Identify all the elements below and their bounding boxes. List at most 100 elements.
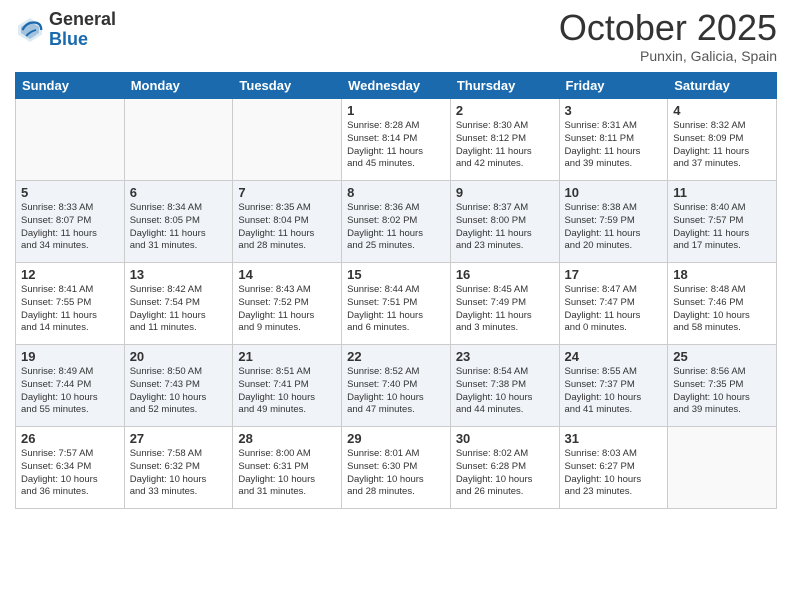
day-cell: 8 Sunrise: 8:36 AM Sunset: 8:02 PM Daylig… [342, 181, 451, 263]
day-info: Sunrise: 8:44 AM Sunset: 7:51 PM Dayligh… [347, 284, 445, 335]
page: General Blue October 2025 Punxin, Galici… [0, 0, 792, 612]
month-title: October 2025 [559, 10, 777, 46]
day-number: 12 [21, 267, 119, 282]
day-info: Sunrise: 8:28 AM Sunset: 8:14 PM Dayligh… [347, 120, 445, 171]
day-info: Sunrise: 8:49 AM Sunset: 7:44 PM Dayligh… [21, 366, 119, 417]
day-info: Sunrise: 8:40 AM Sunset: 7:57 PM Dayligh… [673, 202, 771, 253]
day-cell: 22 Sunrise: 8:52 AM Sunset: 7:40 PM Dayli… [342, 345, 451, 427]
day-cell: 9 Sunrise: 8:37 AM Sunset: 8:00 PM Daylig… [450, 181, 559, 263]
day-cell: 19 Sunrise: 8:49 AM Sunset: 7:44 PM Dayli… [16, 345, 125, 427]
logo-blue: Blue [49, 30, 116, 50]
day-cell: 30 Sunrise: 8:02 AM Sunset: 6:28 PM Dayli… [450, 427, 559, 509]
header-day: Monday [124, 73, 233, 99]
day-cell: 3Sunrise: 8:31 AM Sunset: 8:11 PM Daylig… [559, 99, 668, 181]
day-cell: 21 Sunrise: 8:51 AM Sunset: 7:41 PM Dayli… [233, 345, 342, 427]
day-number: 19 [21, 349, 119, 364]
day-number: 8 [347, 185, 445, 200]
day-number: 17 [565, 267, 663, 282]
day-cell: 12 Sunrise: 8:41 AM Sunset: 7:55 PM Dayli… [16, 263, 125, 345]
day-number: 30 [456, 431, 554, 446]
day-number: 15 [347, 267, 445, 282]
day-info: Sunrise: 8:51 AM Sunset: 7:41 PM Dayligh… [238, 366, 336, 417]
day-info: Sunrise: 8:52 AM Sunset: 7:40 PM Dayligh… [347, 366, 445, 417]
title-section: October 2025 Punxin, Galicia, Spain [559, 10, 777, 64]
day-cell [668, 427, 777, 509]
day-info: Sunrise: 8:56 AM Sunset: 7:35 PM Dayligh… [673, 366, 771, 417]
week-row: 26Sunrise: 7:57 AM Sunset: 6:34 PM Dayli… [16, 427, 777, 509]
day-number: 23 [456, 349, 554, 364]
week-row: 12 Sunrise: 8:41 AM Sunset: 7:55 PM Dayli… [16, 263, 777, 345]
day-number: 29 [347, 431, 445, 446]
day-cell: 6Sunrise: 8:34 AM Sunset: 8:05 PM Daylig… [124, 181, 233, 263]
day-cell: 1Sunrise: 8:28 AM Sunset: 8:14 PM Daylig… [342, 99, 451, 181]
day-info: Sunrise: 8:48 AM Sunset: 7:46 PM Dayligh… [673, 284, 771, 335]
logo-general: General [49, 10, 116, 30]
day-info: Sunrise: 8:38 AM Sunset: 7:59 PM Dayligh… [565, 202, 663, 253]
day-info: Sunrise: 8:33 AM Sunset: 8:07 PM Dayligh… [21, 202, 119, 253]
day-number: 5 [21, 185, 119, 200]
day-number: 22 [347, 349, 445, 364]
day-info: Sunrise: 8:45 AM Sunset: 7:49 PM Dayligh… [456, 284, 554, 335]
day-cell: 13Sunrise: 8:42 AM Sunset: 7:54 PM Dayli… [124, 263, 233, 345]
day-cell: 28Sunrise: 8:00 AM Sunset: 6:31 PM Dayli… [233, 427, 342, 509]
day-number: 24 [565, 349, 663, 364]
day-number: 9 [456, 185, 554, 200]
week-row: 19 Sunrise: 8:49 AM Sunset: 7:44 PM Dayli… [16, 345, 777, 427]
week-row: 5 Sunrise: 8:33 AM Sunset: 8:07 PM Daylig… [16, 181, 777, 263]
day-info: Sunrise: 8:36 AM Sunset: 8:02 PM Dayligh… [347, 202, 445, 253]
calendar: SundayMondayTuesdayWednesdayThursdayFrid… [15, 72, 777, 509]
logo-icon [15, 15, 45, 45]
day-number: 26 [21, 431, 119, 446]
header-day: Tuesday [233, 73, 342, 99]
day-cell [124, 99, 233, 181]
day-cell: 26Sunrise: 7:57 AM Sunset: 6:34 PM Dayli… [16, 427, 125, 509]
day-cell: 18Sunrise: 8:48 AM Sunset: 7:46 PM Dayli… [668, 263, 777, 345]
day-number: 28 [238, 431, 336, 446]
day-cell: 27Sunrise: 7:58 AM Sunset: 6:32 PM Dayli… [124, 427, 233, 509]
header-day: Saturday [668, 73, 777, 99]
day-cell: 11 Sunrise: 8:40 AM Sunset: 7:57 PM Dayli… [668, 181, 777, 263]
day-cell: 29 Sunrise: 8:01 AM Sunset: 6:30 PM Dayli… [342, 427, 451, 509]
day-info: Sunrise: 8:55 AM Sunset: 7:37 PM Dayligh… [565, 366, 663, 417]
day-cell: 10 Sunrise: 8:38 AM Sunset: 7:59 PM Dayli… [559, 181, 668, 263]
day-number: 16 [456, 267, 554, 282]
day-info: Sunrise: 8:43 AM Sunset: 7:52 PM Dayligh… [238, 284, 336, 335]
day-info: Sunrise: 8:32 AM Sunset: 8:09 PM Dayligh… [673, 120, 771, 171]
day-info: Sunrise: 8:54 AM Sunset: 7:38 PM Dayligh… [456, 366, 554, 417]
logo-text: General Blue [49, 10, 116, 50]
day-number: 7 [238, 185, 336, 200]
day-info: Sunrise: 8:01 AM Sunset: 6:30 PM Dayligh… [347, 448, 445, 499]
day-number: 14 [238, 267, 336, 282]
day-number: 11 [673, 185, 771, 200]
day-cell: 2Sunrise: 8:30 AM Sunset: 8:12 PM Daylig… [450, 99, 559, 181]
header-day: Wednesday [342, 73, 451, 99]
header-row: SundayMondayTuesdayWednesdayThursdayFrid… [16, 73, 777, 99]
day-number: 6 [130, 185, 228, 200]
day-info: Sunrise: 8:42 AM Sunset: 7:54 PM Dayligh… [130, 284, 228, 335]
day-info: Sunrise: 8:37 AM Sunset: 8:00 PM Dayligh… [456, 202, 554, 253]
day-cell: 16 Sunrise: 8:45 AM Sunset: 7:49 PM Dayli… [450, 263, 559, 345]
day-info: Sunrise: 8:47 AM Sunset: 7:47 PM Dayligh… [565, 284, 663, 335]
day-cell: 20Sunrise: 8:50 AM Sunset: 7:43 PM Dayli… [124, 345, 233, 427]
day-cell: 31Sunrise: 8:03 AM Sunset: 6:27 PM Dayli… [559, 427, 668, 509]
day-number: 4 [673, 103, 771, 118]
week-row: 1Sunrise: 8:28 AM Sunset: 8:14 PM Daylig… [16, 99, 777, 181]
day-cell [16, 99, 125, 181]
day-number: 21 [238, 349, 336, 364]
day-cell: 23 Sunrise: 8:54 AM Sunset: 7:38 PM Dayli… [450, 345, 559, 427]
header-day: Friday [559, 73, 668, 99]
header-day: Thursday [450, 73, 559, 99]
day-info: Sunrise: 8:41 AM Sunset: 7:55 PM Dayligh… [21, 284, 119, 335]
day-number: 25 [673, 349, 771, 364]
day-cell: 4 Sunrise: 8:32 AM Sunset: 8:09 PM Daylig… [668, 99, 777, 181]
day-cell: 24 Sunrise: 8:55 AM Sunset: 7:37 PM Dayli… [559, 345, 668, 427]
day-info: Sunrise: 8:02 AM Sunset: 6:28 PM Dayligh… [456, 448, 554, 499]
header: General Blue October 2025 Punxin, Galici… [15, 10, 777, 64]
day-info: Sunrise: 8:35 AM Sunset: 8:04 PM Dayligh… [238, 202, 336, 253]
day-cell: 25 Sunrise: 8:56 AM Sunset: 7:35 PM Dayli… [668, 345, 777, 427]
day-cell: 15 Sunrise: 8:44 AM Sunset: 7:51 PM Dayli… [342, 263, 451, 345]
location: Punxin, Galicia, Spain [559, 48, 777, 64]
day-number: 10 [565, 185, 663, 200]
day-info: Sunrise: 8:50 AM Sunset: 7:43 PM Dayligh… [130, 366, 228, 417]
day-cell: 14 Sunrise: 8:43 AM Sunset: 7:52 PM Dayli… [233, 263, 342, 345]
